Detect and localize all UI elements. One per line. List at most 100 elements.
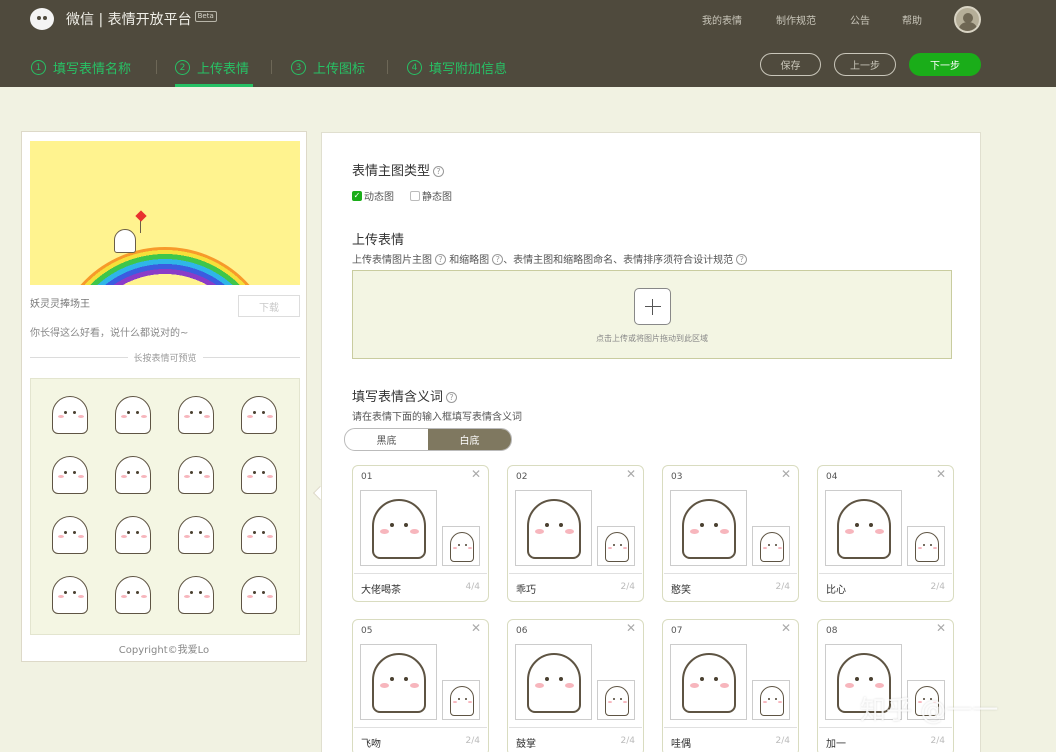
ghost-face-part: [121, 475, 127, 478]
help-icon[interactable]: ?: [736, 254, 748, 265]
ghost-eye: [768, 544, 770, 546]
main-image-slot[interactable]: [670, 644, 747, 720]
type-options: ✓ 动态图 静态图: [352, 188, 452, 203]
meaning-word-input[interactable]: [826, 735, 916, 749]
ghost-blush: [410, 683, 419, 688]
toggle-black-bg[interactable]: 黑底: [345, 429, 428, 450]
plus-icon[interactable]: [634, 288, 671, 325]
sticker-thumb[interactable]: [241, 576, 277, 614]
sticker-thumb[interactable]: [52, 576, 88, 614]
main-image-slot[interactable]: [670, 490, 747, 566]
close-icon[interactable]: ✕: [626, 621, 636, 635]
close-icon[interactable]: ✕: [936, 467, 946, 481]
ghost-face-part: [64, 411, 67, 414]
nav-my-stickers[interactable]: 我的表情: [702, 12, 742, 27]
ghost-face-part: [127, 471, 130, 474]
ghost-blush: [623, 547, 627, 549]
next-step-button[interactable]: 下一步: [909, 53, 981, 76]
close-icon[interactable]: ✕: [781, 621, 791, 635]
step-4[interactable]: 4 填写附加信息: [407, 58, 507, 77]
upload-dropzone[interactable]: 点击上传或将图片拖动到此区域: [352, 270, 952, 359]
thumbnail-slot[interactable]: [597, 526, 635, 566]
ghost-eye: [869, 677, 873, 681]
sticker-thumb[interactable]: [178, 576, 214, 614]
sticker-thumb[interactable]: [178, 396, 214, 434]
copyright: Copyright©我爱Lo: [118, 645, 210, 656]
ghost-eye: [700, 677, 704, 681]
help-icon[interactable]: ?: [433, 166, 445, 177]
main-image-slot[interactable]: [360, 490, 437, 566]
close-icon[interactable]: ✕: [471, 467, 481, 481]
save-button[interactable]: 保存: [760, 53, 821, 76]
sticker-thumb[interactable]: [115, 456, 151, 494]
close-icon[interactable]: ✕: [936, 621, 946, 635]
checkbox-static[interactable]: [410, 190, 420, 201]
meaning-word-input[interactable]: [671, 735, 761, 749]
thumbnail-slot[interactable]: [752, 526, 790, 566]
ghost-face-part: [73, 531, 76, 534]
thumbnail-slot[interactable]: [442, 680, 480, 720]
type-section-title: 表情主图类型?: [352, 160, 445, 179]
ghost-face-part: [64, 471, 67, 474]
main-image-slot[interactable]: [515, 644, 592, 720]
nav-announcements[interactable]: 公告: [850, 12, 870, 27]
card-divider: [509, 727, 642, 728]
checkbox-animated[interactable]: ✓: [352, 190, 362, 201]
meaning-word-input[interactable]: [516, 735, 606, 749]
sticker-thumb[interactable]: [52, 396, 88, 434]
preview-divider: 长按表情可预览: [30, 351, 301, 364]
ghost-blush: [453, 701, 457, 703]
ghost-sticker: [450, 686, 474, 716]
step-3[interactable]: 3 上传图标: [291, 58, 365, 77]
prev-step-button[interactable]: 上一步: [834, 53, 896, 76]
close-icon[interactable]: ✕: [781, 467, 791, 481]
ghost-face-part: [58, 535, 64, 538]
help-icon[interactable]: ?: [435, 254, 446, 265]
brand[interactable]: 微信 | 表情开放平台 Beta: [30, 8, 217, 30]
avatar[interactable]: [954, 6, 981, 33]
sticker-thumb[interactable]: [115, 396, 151, 434]
thumbnail-slot[interactable]: [752, 680, 790, 720]
main-image-slot[interactable]: [515, 490, 592, 566]
ghost-face-part: [253, 411, 256, 414]
main-image-slot[interactable]: [825, 490, 902, 566]
sticker-thumb[interactable]: [241, 396, 277, 434]
help-icon[interactable]: ?: [492, 254, 504, 265]
meaning-word-input[interactable]: [516, 581, 606, 595]
ghost-face-part: [136, 591, 139, 594]
sticker-thumb[interactable]: [241, 456, 277, 494]
close-icon[interactable]: ✕: [471, 621, 481, 635]
toggle-white-bg[interactable]: 白底: [428, 429, 511, 450]
word-count: 2/4: [930, 582, 945, 592]
meaning-word-input[interactable]: [671, 581, 761, 595]
step-2[interactable]: 2 上传表情: [175, 58, 249, 77]
download-button[interactable]: 下载: [238, 295, 300, 317]
sticker-thumb[interactable]: [52, 516, 88, 554]
ghost-blush: [690, 683, 699, 688]
sticker-thumb[interactable]: [115, 576, 151, 614]
nav-help[interactable]: 帮助: [902, 12, 922, 27]
thumbnail-slot[interactable]: [907, 526, 945, 566]
meaning-word-input[interactable]: [361, 581, 451, 595]
card-number: 01: [361, 472, 373, 482]
sticker-thumb[interactable]: [178, 456, 214, 494]
close-icon[interactable]: ✕: [626, 467, 636, 481]
thumbnail-slot[interactable]: [597, 680, 635, 720]
word-count: 2/4: [775, 582, 790, 592]
nav-guidelines[interactable]: 制作规范: [776, 12, 816, 27]
heart-balloon-icon: [135, 210, 147, 222]
meaning-word-input[interactable]: [826, 581, 916, 595]
sticker-thumb[interactable]: [115, 516, 151, 554]
thumbnail-slot[interactable]: [442, 526, 480, 566]
sticker-thumb[interactable]: [178, 516, 214, 554]
ghost-face-part: [58, 475, 64, 478]
word-count: 4/4: [465, 582, 480, 592]
help-icon[interactable]: ?: [446, 392, 458, 403]
sticker-thumb[interactable]: [52, 456, 88, 494]
main-image-slot[interactable]: [360, 644, 437, 720]
divider-line: [30, 356, 128, 358]
sticker-thumb[interactable]: [241, 516, 277, 554]
meaning-word-input[interactable]: [361, 735, 451, 749]
step-1[interactable]: 1 填写表情名称: [31, 58, 131, 77]
ghost-mascot: [114, 229, 136, 253]
